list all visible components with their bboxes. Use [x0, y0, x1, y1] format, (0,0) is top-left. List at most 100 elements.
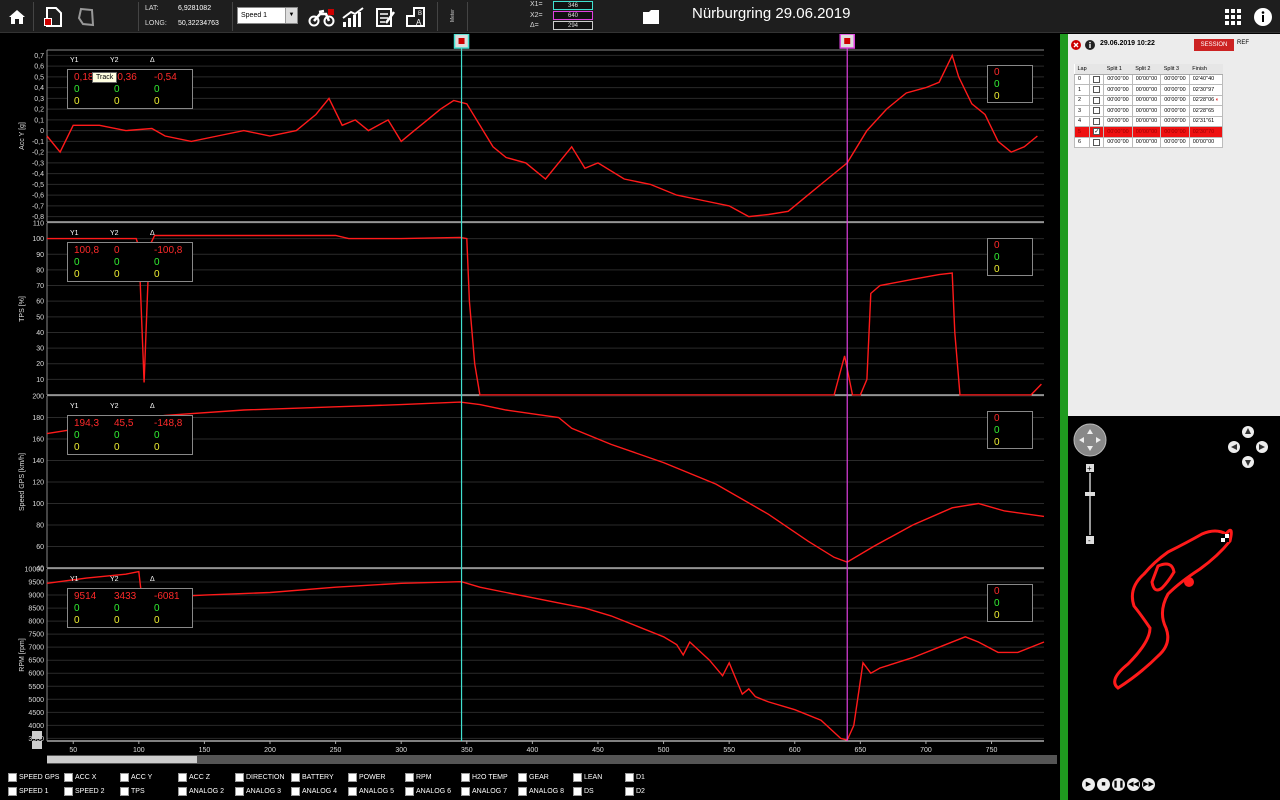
channel-checkbox-gear[interactable]: GEAR [518, 773, 549, 782]
checkbox[interactable] [120, 787, 129, 796]
channel-checkbox-rpm[interactable]: RPM [405, 773, 432, 782]
lap-checkbox[interactable] [1093, 107, 1101, 115]
channel-checkbox-analog-2[interactable]: ANALOG 2 [178, 787, 224, 796]
play-icon[interactable]: ▶ [1082, 778, 1095, 791]
lap-row[interactable]: 2 00'00''00 00'00''00 00'00''00 02'28''06 ◐ [1073, 94, 1224, 106]
panel-divider[interactable] [1060, 34, 1068, 800]
channel-checkbox-battery[interactable]: BATTERY [291, 773, 334, 782]
scrollbar-thumb[interactable] [47, 756, 197, 763]
fast-forward-icon[interactable]: ▶▶ [1142, 778, 1155, 791]
checkbox[interactable] [235, 787, 244, 796]
lap-checkbox[interactable] [1093, 86, 1101, 94]
channel-checkbox-analog-6[interactable]: ANALOG 6 [405, 787, 451, 796]
channel-checkbox-analog-8[interactable]: ANALOG 8 [518, 787, 564, 796]
lap-checkbox-cell[interactable] [1089, 105, 1105, 117]
lap-checkbox[interactable] [1093, 117, 1101, 125]
scroll-up-button[interactable] [32, 731, 42, 739]
session-button[interactable]: SESSION [1194, 39, 1234, 51]
checkbox[interactable] [64, 773, 73, 782]
pause-icon[interactable]: ❚❚ [1112, 778, 1125, 791]
grid-menu-icon[interactable] [1220, 4, 1246, 30]
channel-checkbox-speed-1[interactable]: SPEED 1 [8, 787, 49, 796]
notes-icon[interactable] [372, 4, 398, 30]
track-map-panel[interactable]: + - [1068, 416, 1280, 800]
rewind-icon[interactable]: ◀◀ [1127, 778, 1140, 791]
nav-arrows[interactable] [1228, 426, 1268, 468]
checkbox[interactable] [178, 773, 187, 782]
lap-checkbox-cell[interactable] [1089, 115, 1105, 127]
info-icon[interactable] [1085, 40, 1095, 50]
lap-checkbox[interactable]: ✓ [1093, 128, 1101, 136]
checkbox[interactable] [625, 773, 634, 782]
channel-checkbox-ds[interactable]: DS [573, 787, 594, 796]
track-icon[interactable] [73, 4, 99, 30]
lap-checkbox[interactable] [1093, 75, 1101, 83]
lap-checkbox-cell[interactable] [1089, 73, 1105, 85]
channel-checkbox-analog-7[interactable]: ANALOG 7 [461, 787, 507, 796]
checkbox[interactable] [178, 787, 187, 796]
checkbox[interactable] [235, 773, 244, 782]
close-icon[interactable] [1071, 40, 1081, 50]
channel-checkbox-acc-x[interactable]: ACC X [64, 773, 96, 782]
checkbox[interactable] [518, 773, 527, 782]
channel-select[interactable]: Speed 1 ▼ [237, 7, 298, 24]
lap-row[interactable]: 1 00'00''00 00'00''00 00'00''00 02'30''97 [1073, 84, 1224, 96]
channel-checkbox-analog-5[interactable]: ANALOG 5 [348, 787, 394, 796]
lap-row[interactable]: 6 00'00''00 00'00''00 00'00''00 00'00''00 [1073, 136, 1224, 148]
scroll-down-button[interactable] [32, 741, 42, 749]
lap-checkbox-cell[interactable] [1089, 94, 1105, 106]
checkbox[interactable] [573, 773, 582, 782]
home-icon[interactable] [4, 4, 30, 30]
checkbox[interactable] [518, 787, 527, 796]
checkbox[interactable] [348, 773, 357, 782]
channel-checkbox-lean[interactable]: LEAN [573, 773, 602, 782]
folder-icon[interactable] [638, 4, 664, 30]
track-map[interactable]: + - [1068, 416, 1280, 800]
lap-checkbox[interactable] [1093, 96, 1101, 104]
channel-checkbox-tps[interactable]: TPS [120, 787, 145, 796]
checkbox[interactable] [625, 787, 634, 796]
checkbox[interactable] [405, 773, 414, 782]
channel-checkbox-speed-2[interactable]: SPEED 2 [64, 787, 105, 796]
lap-row[interactable]: 4 00'00''00 00'00''00 00'00''00 02'31''61 [1073, 115, 1224, 127]
lap-row[interactable]: 5 ✓ 00'00''00 00'00''00 00'00''00 02'30''70 [1073, 126, 1224, 138]
lap-row[interactable]: 3 00'00''00 00'00''00 00'00''00 02'28''65 [1073, 105, 1224, 117]
channel-checkbox-d1[interactable]: D1 [625, 773, 645, 782]
channel-checkbox-analog-3[interactable]: ANALOG 3 [235, 787, 281, 796]
chart-up-icon[interactable] [340, 4, 366, 30]
lap-checkbox-cell[interactable] [1089, 84, 1105, 96]
open-file-icon[interactable] [40, 4, 66, 30]
horizontal-scrollbar[interactable] [47, 755, 1057, 764]
channel-checkbox-acc-y[interactable]: ACC Y [120, 773, 152, 782]
channel-checkbox-direction[interactable]: DIRECTION [235, 773, 285, 782]
lap-row[interactable]: 0 00'00''00 00'00''00 00'00''00 02'40''40 [1073, 73, 1224, 85]
info-icon[interactable] [1250, 4, 1276, 30]
lap-checkbox-cell[interactable] [1089, 136, 1105, 148]
channel-checkbox-speed-gps[interactable]: SPEED GPS [8, 773, 59, 782]
ref-toggle[interactable]: REF [1237, 40, 1249, 46]
checkbox[interactable] [405, 787, 414, 796]
channel-checkbox-acc-z[interactable]: ACC Z [178, 773, 210, 782]
checkbox[interactable] [291, 787, 300, 796]
chevron-down-icon[interactable]: ▼ [285, 8, 297, 23]
checkbox[interactable] [348, 787, 357, 796]
lap-checkbox-cell[interactable]: ✓ [1089, 126, 1105, 138]
stop-icon[interactable]: ■ [1097, 778, 1110, 791]
checkbox[interactable] [461, 773, 470, 782]
checkbox[interactable] [573, 787, 582, 796]
lap-checkbox[interactable] [1093, 138, 1101, 146]
channel-checkbox-analog-4[interactable]: ANALOG 4 [291, 787, 337, 796]
checkbox[interactable] [8, 773, 17, 782]
chart-area[interactable]: 0,7 0,6 0,5 0,4 0,3 0,2 0,1 0 -0,1 -0,2 -0,3 -0,4 -0… [0, 34, 1060, 800]
checkbox[interactable] [291, 773, 300, 782]
checkbox[interactable] [120, 773, 129, 782]
bike-icon[interactable] [307, 4, 337, 30]
telemetry-chart[interactable]: 0,7 0,6 0,5 0,4 0,3 0,2 0,1 0 -0,1 -0,2 -0,3 -0,4 -0… [0, 34, 1060, 770]
pan-control[interactable] [1073, 423, 1107, 457]
channel-checkbox-d2[interactable]: D2 [625, 787, 645, 796]
checkbox[interactable] [64, 787, 73, 796]
checkbox[interactable] [8, 787, 17, 796]
channel-checkbox-power[interactable]: POWER [348, 773, 385, 782]
checkbox[interactable] [461, 787, 470, 796]
gear-ratio-icon[interactable]: AB [403, 4, 429, 30]
